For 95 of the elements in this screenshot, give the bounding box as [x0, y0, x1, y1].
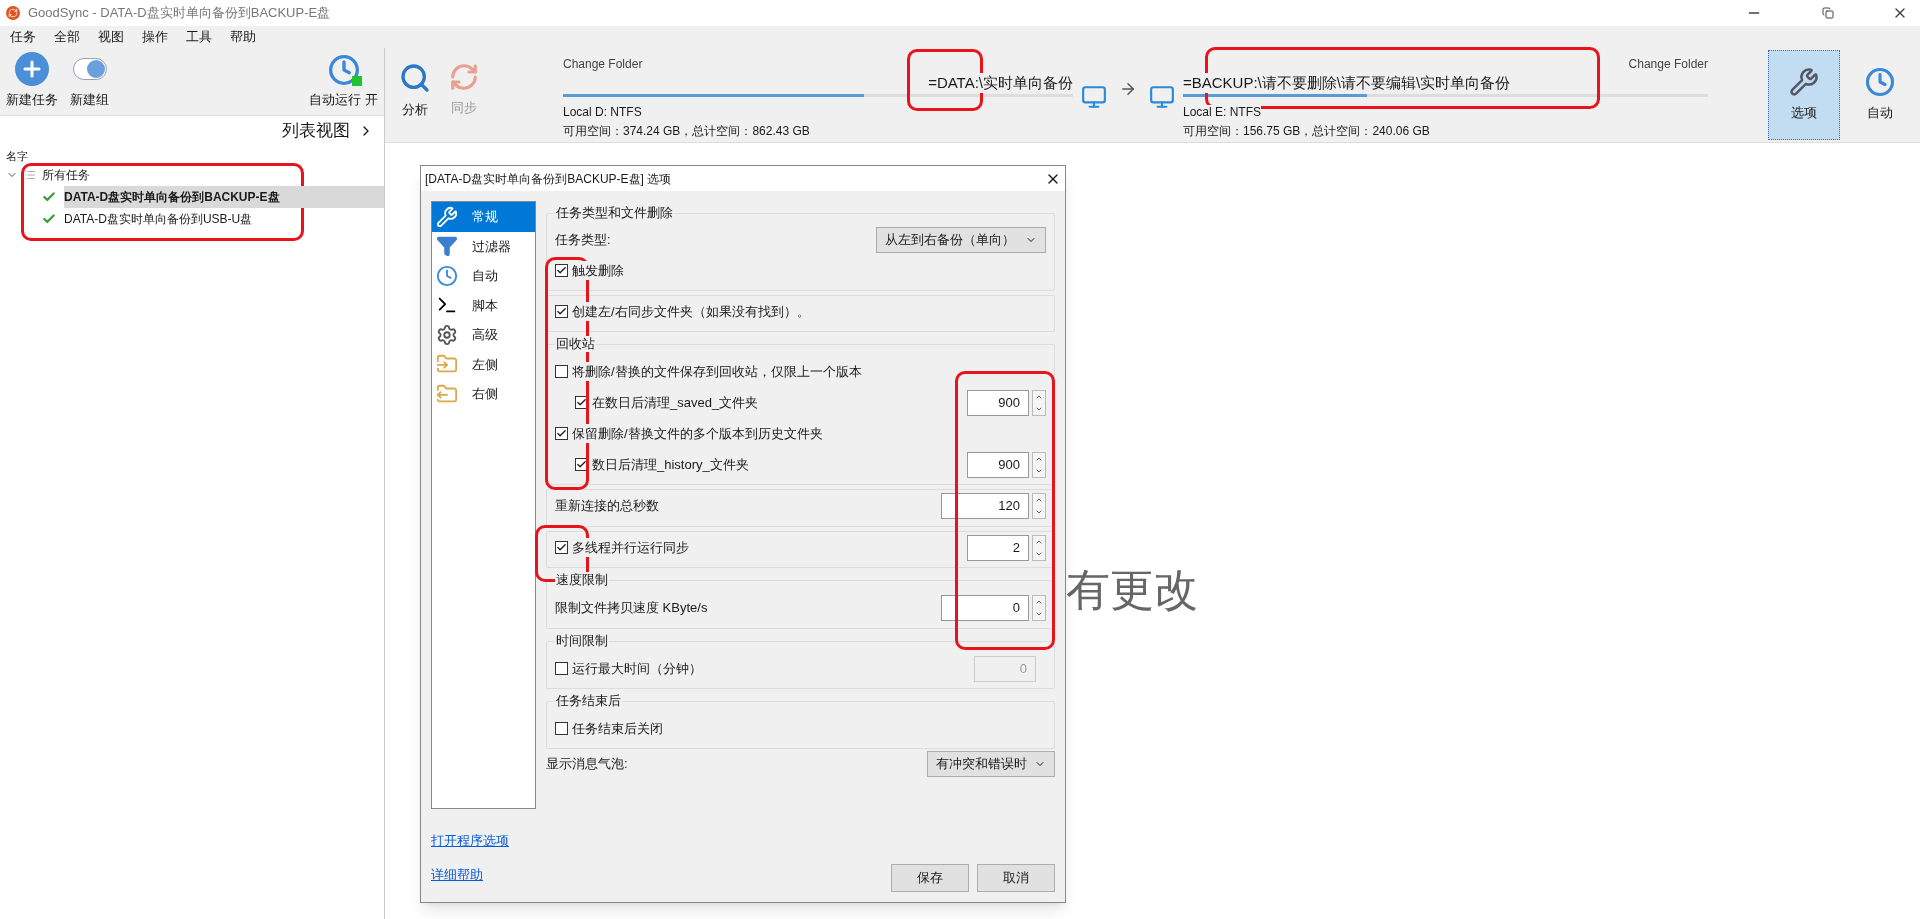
field-label: 显示消息气泡: — [546, 755, 628, 774]
tree-item[interactable]: 所有任务 — [42, 166, 90, 184]
clock-icon — [327, 53, 360, 86]
spin-buttons[interactable] — [1032, 595, 1046, 621]
field-label: 任务类型: — [555, 231, 611, 250]
number-field[interactable]: 900 — [967, 451, 1029, 478]
checkmark-icon — [556, 542, 567, 553]
checkbox-label: 触发删除 — [572, 260, 624, 281]
checkbox[interactable] — [555, 305, 568, 318]
folder-icon — [436, 382, 458, 405]
computer-icon — [1149, 84, 1175, 110]
magnifier-icon — [399, 62, 431, 94]
group-title: 速度限制 — [555, 572, 609, 588]
menu-item[interactable]: 全部 — [54, 27, 80, 47]
task-item[interactable]: DATA-D盘实时单向备份到USB-U盘 — [64, 208, 384, 230]
checkbox[interactable] — [555, 722, 568, 735]
spin-buttons[interactable] — [1032, 534, 1046, 561]
nav-item[interactable]: 右侧 — [432, 379, 535, 409]
toolbar-button[interactable]: 分析 — [399, 62, 431, 120]
link[interactable]: 打开程序选项 — [431, 831, 536, 851]
list-icon — [24, 169, 36, 181]
list-view-link[interactable]: 列表视图 — [282, 116, 384, 144]
link[interactable]: 详细帮助 — [431, 864, 536, 884]
toolbar-button[interactable]: 新建组 — [70, 51, 109, 109]
menu-item[interactable]: 任务 — [10, 27, 36, 47]
nav-item[interactable]: 高级 — [432, 320, 535, 350]
toolbar-button[interactable]: 自动 — [1844, 50, 1916, 140]
checkmark-icon — [556, 306, 567, 317]
number-field[interactable]: 120 — [941, 493, 1029, 519]
checkbox[interactable] — [555, 264, 568, 277]
dialog-button[interactable]: 保存 — [891, 864, 969, 892]
clock-icon — [436, 264, 458, 287]
checkbox[interactable] — [555, 365, 568, 378]
toolbar-button[interactable]: 新建任务 — [6, 51, 58, 109]
change-folder-link[interactable]: Change Folder — [563, 57, 643, 71]
nav-item[interactable]: 脚本 — [432, 290, 535, 320]
folder-path[interactable]: =BACKUP:\请不要删除\请不要编辑\实时单向备份 — [1183, 73, 1511, 93]
gear-icon — [436, 323, 458, 346]
auto-run-button[interactable]: 自动运行 开 — [309, 53, 378, 109]
dialog-button[interactable]: 取消 — [977, 864, 1055, 892]
wrench-icon — [436, 205, 458, 228]
nav-item[interactable]: 自动 — [432, 261, 535, 291]
group-title: 任务类型和文件删除 — [555, 205, 674, 221]
group-title: 时间限制 — [555, 633, 609, 649]
toggle-icon — [72, 57, 107, 80]
menu-item[interactable]: 工具 — [186, 27, 212, 47]
app-logo-icon — [6, 6, 20, 20]
group-title: 回收站 — [555, 336, 596, 352]
nav-item[interactable]: 过滤器 — [432, 231, 535, 261]
number-field[interactable]: 2 — [967, 534, 1029, 561]
window-title: GoodSync - DATA-D盘实时单向备份到BACKUP-E盘 — [28, 4, 332, 23]
funnel-icon — [436, 235, 458, 258]
folder-path[interactable]: =DATA:\实时单向备份 — [928, 73, 1073, 93]
checkbox-label: 保留删除/替换文件的多个版本到历史文件夹 — [572, 423, 823, 444]
checkbox[interactable] — [555, 427, 568, 440]
dropdown[interactable]: 从左到右备份（单向） — [876, 227, 1046, 253]
field-label: 限制文件拷贝速度 KByte/s — [555, 598, 708, 618]
column-header[interactable]: 名字 — [0, 147, 384, 164]
spin-buttons[interactable] — [1032, 493, 1046, 519]
wrench-icon — [1789, 67, 1819, 98]
checkbox-label: 将删除/替换的文件保存到回收站，仅限上一个版本 — [572, 361, 862, 382]
menu-item[interactable]: 帮助 — [230, 27, 256, 47]
arrow-icon — [1119, 80, 1137, 98]
spin-buttons[interactable] — [1032, 451, 1046, 478]
drive-label: Local E: NTFS — [1183, 105, 1262, 119]
space-label: 可用空间：156.75 GB，总计空间：240.06 GB — [1183, 124, 1431, 138]
plus-icon — [15, 51, 49, 86]
dropdown[interactable]: 有冲突和错误时 — [927, 751, 1055, 777]
toolbar-button[interactable]: 选项 — [1768, 50, 1840, 140]
group-title: 任务结束后 — [555, 693, 622, 709]
number-field[interactable]: 0 — [941, 595, 1029, 621]
task-item[interactable]: DATA-D盘实时单向备份到BACKUP-E盘 — [64, 186, 384, 208]
sync-icon — [449, 62, 479, 92]
checkmark-icon — [556, 265, 567, 276]
restore-icon[interactable] — [1822, 7, 1834, 19]
checkmark-icon — [556, 428, 567, 439]
number-field: 0 — [974, 655, 1036, 682]
checkbox[interactable] — [555, 662, 568, 675]
computer-icon — [1081, 84, 1107, 110]
number-field[interactable]: 900 — [967, 389, 1029, 416]
space-label: 可用空间：374.24 GB，总计空间：862.43 GB — [563, 124, 811, 138]
change-folder-link[interactable]: Change Folder — [1628, 57, 1708, 71]
spin-buttons[interactable] — [1032, 389, 1046, 416]
nav-item[interactable]: 常规 — [432, 202, 535, 232]
checkmark-icon — [576, 459, 587, 470]
clock-icon — [1865, 67, 1895, 98]
dialog-title: [DATA-D盘实时单向备份到BACKUP-E盘] 选项 — [425, 170, 672, 188]
checkbox[interactable] — [555, 541, 568, 554]
nav-item[interactable]: 左侧 — [432, 349, 535, 379]
menu-item[interactable]: 操作 — [142, 27, 168, 47]
checkbox-label: 多线程并行运行同步 — [572, 537, 689, 558]
checkmark-icon — [576, 397, 587, 408]
menu-item[interactable]: 视图 — [98, 27, 124, 47]
status-message: 有更改 — [1066, 565, 1198, 615]
drive-label: Local D: NTFS — [563, 105, 642, 119]
